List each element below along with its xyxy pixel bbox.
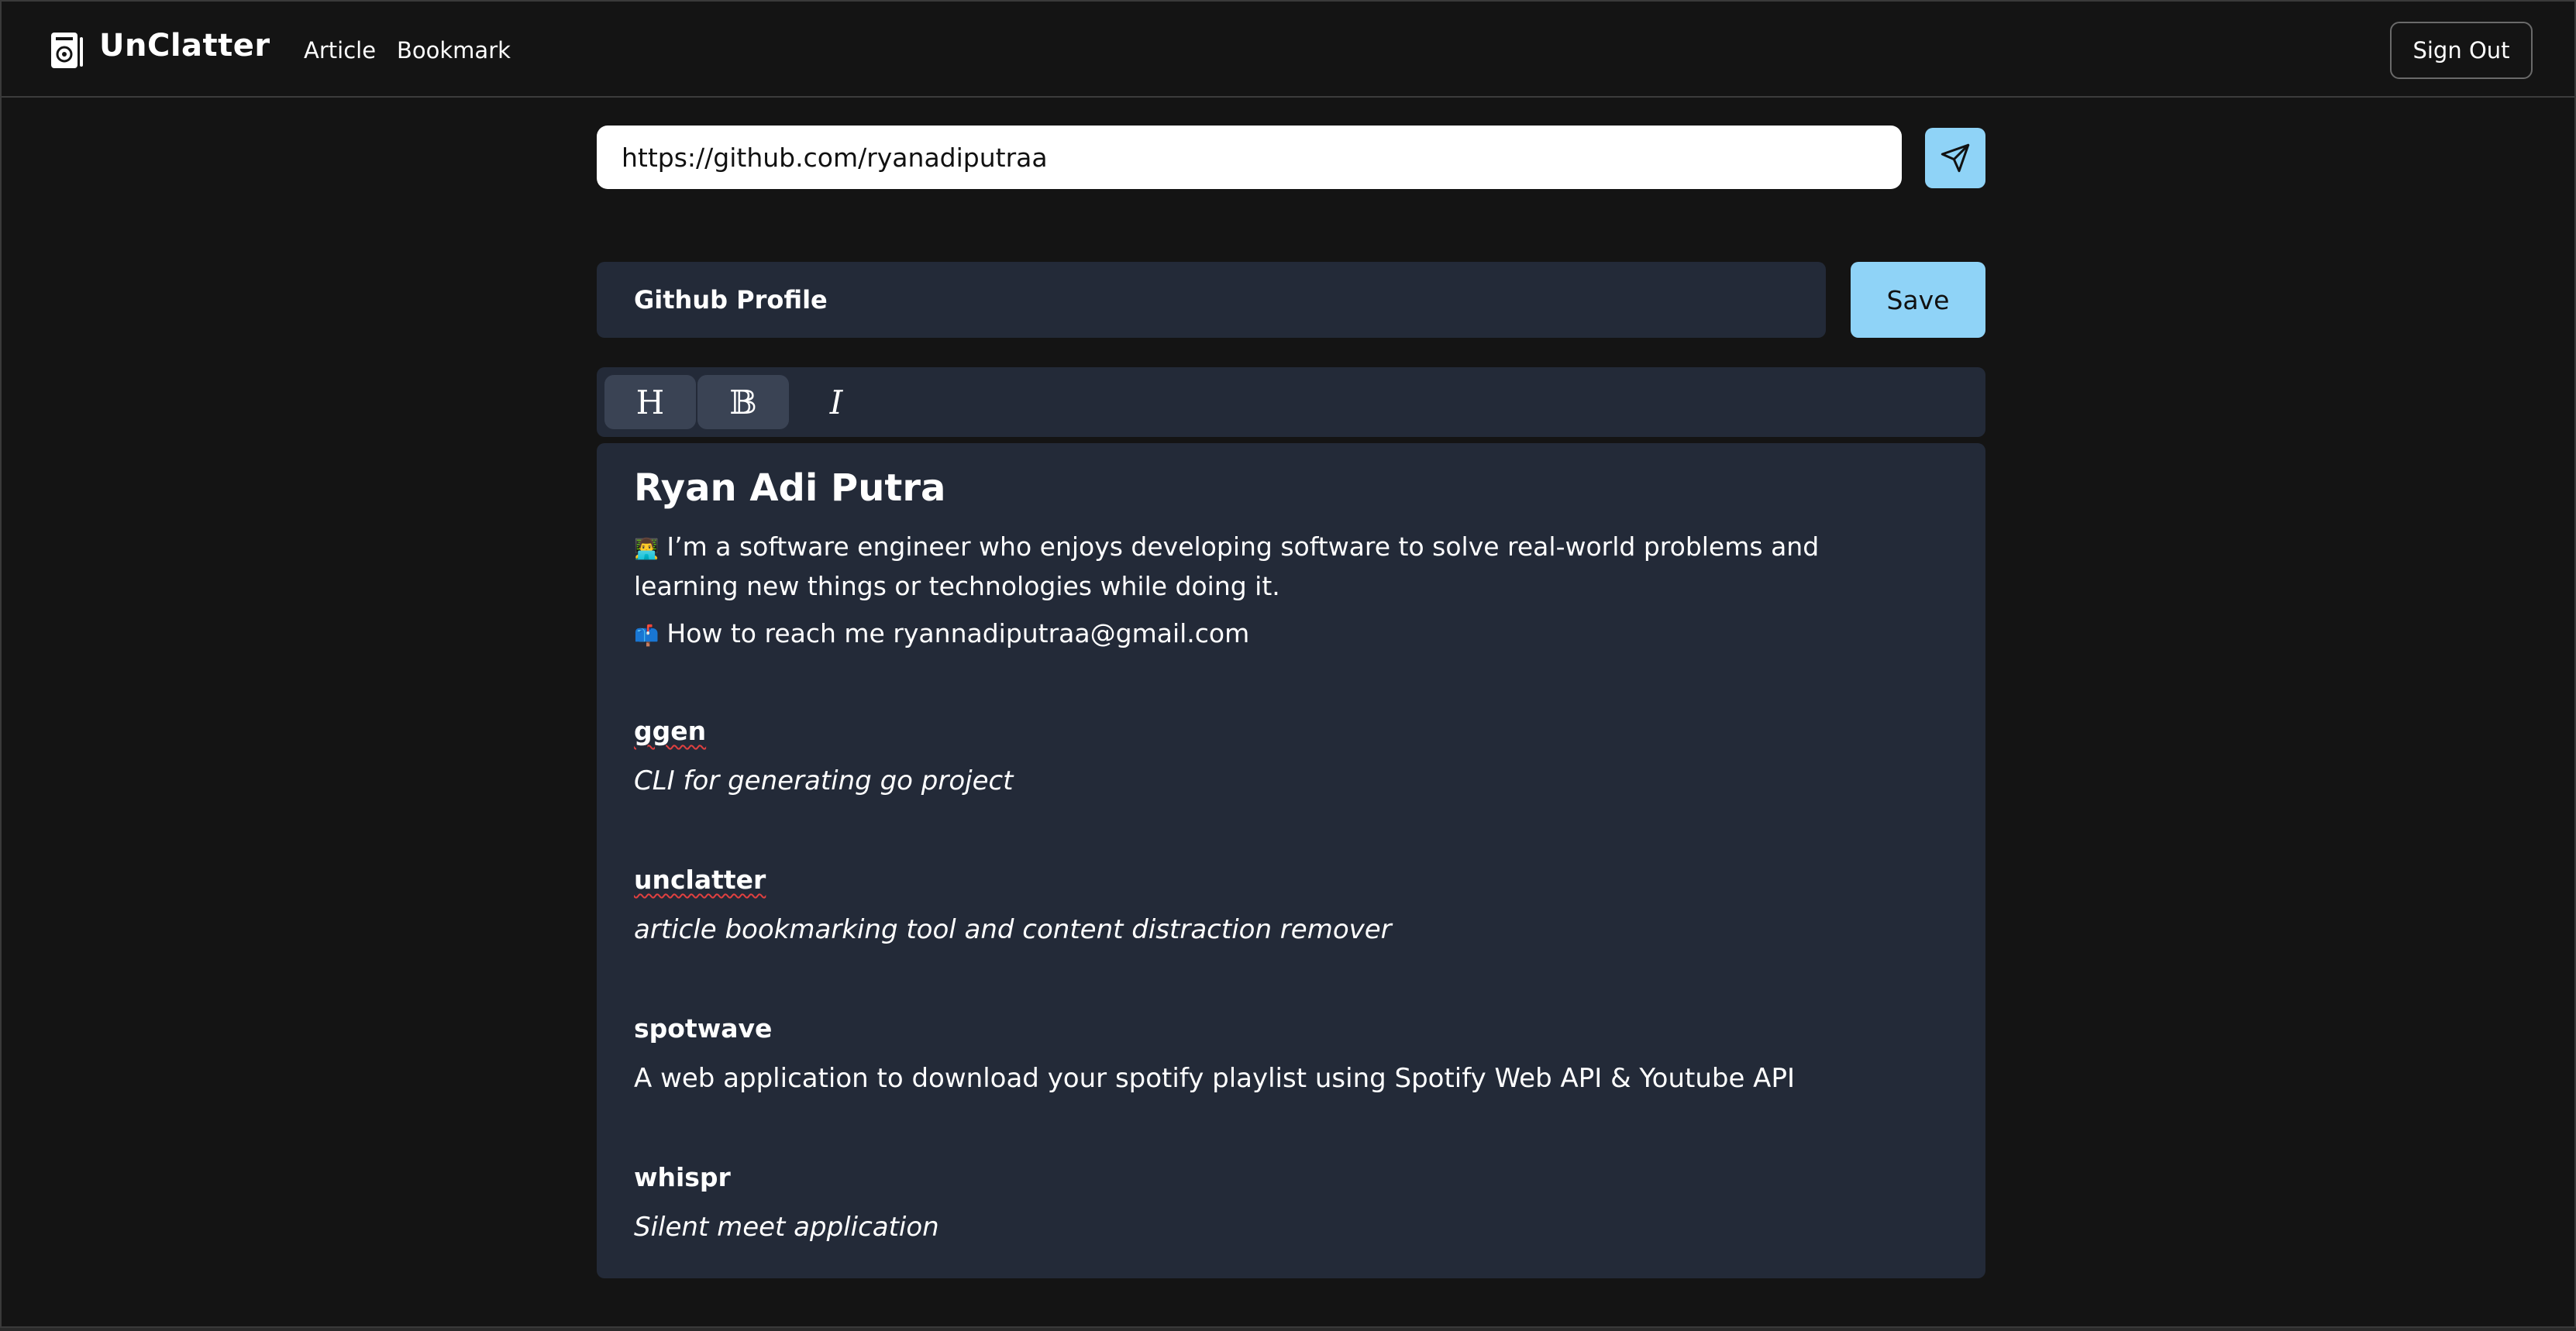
send-button[interactable] — [1925, 128, 1985, 188]
nav-article-link[interactable]: Article — [304, 37, 376, 64]
bio-paragraph: 👨‍💻 I’m a software engineer who enjoys de… — [634, 528, 1920, 605]
heading-button[interactable]: H — [604, 375, 696, 429]
project-description: CLI for generating go project — [634, 765, 1014, 796]
send-icon — [1941, 143, 1970, 173]
content-editor[interactable]: Ryan Adi Putra 👨‍💻 I’m a software enginee… — [597, 443, 1985, 1278]
project-name: whispr — [634, 1162, 731, 1192]
window-bottom-edge — [0, 1328, 2576, 1331]
newspaper-icon — [51, 33, 83, 68]
project-description: A web application to download your spoti… — [634, 1063, 1795, 1094]
italic-button[interactable]: I — [790, 375, 882, 429]
url-input[interactable]: https://github.com/ryanadiputraa — [597, 126, 1902, 189]
title-input[interactable]: Github Profile — [597, 262, 1826, 338]
technologist-emoji-icon: 👨‍💻 — [634, 538, 659, 561]
bold-button[interactable]: 𝔹 — [697, 375, 789, 429]
project-name: unclatter — [634, 865, 766, 895]
contact-text: How to reach me ryannadiputraa@gmail.com — [666, 618, 1250, 648]
project-description: Silent meet application — [634, 1212, 939, 1243]
save-button[interactable]: Save — [1851, 262, 1985, 338]
top-navbar: UnClatter Article Bookmark Sign Out — [2, 2, 2574, 98]
editor-heading: Ryan Adi Putra — [634, 466, 946, 510]
sign-out-button[interactable]: Sign Out — [2390, 22, 2533, 79]
project-name: spotwave — [634, 1013, 773, 1044]
brand-name[interactable]: UnClatter — [99, 28, 270, 64]
contact-paragraph: 📫 How to reach me ryannadiputraa@gmail.co… — [634, 615, 1920, 655]
project-name: ggen — [634, 716, 707, 746]
app-window: UnClatter Article Bookmark Sign Out http… — [0, 0, 2576, 1328]
nav-bookmark-link[interactable]: Bookmark — [397, 37, 511, 64]
project-description: article bookmarking tool and content dis… — [634, 914, 1392, 945]
editor-toolbar: H 𝔹 I — [597, 367, 1985, 437]
mailbox-emoji-icon: 📫 — [634, 624, 659, 648]
bio-text: I’m a software engineer who enjoys devel… — [634, 531, 1820, 601]
